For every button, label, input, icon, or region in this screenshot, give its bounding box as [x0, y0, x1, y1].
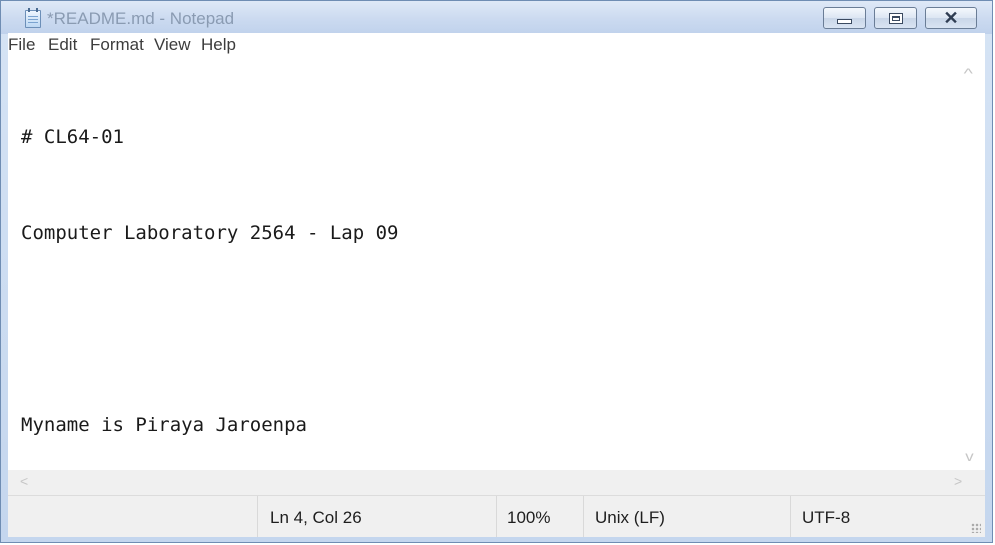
vertical-scrollbar[interactable]: ^ v — [956, 57, 985, 470]
line-ending: Unix (LF) — [595, 508, 665, 527]
scroll-left-icon[interactable]: < — [20, 473, 28, 489]
close-button[interactable]: ✕ — [925, 7, 977, 29]
close-icon: ✕ — [943, 8, 959, 28]
menu-edit[interactable]: Edit — [48, 35, 77, 55]
status-divider — [790, 496, 791, 537]
scroll-down-icon[interactable]: v — [965, 448, 973, 464]
notepad-icon[interactable] — [25, 8, 41, 28]
window-title: *README.md - Notepad — [47, 9, 235, 28]
scroll-up-icon[interactable]: ^ — [964, 65, 973, 81]
editor-line: # CL64-01 — [21, 126, 124, 148]
horizontal-scrollbar[interactable]: < > — [8, 470, 985, 495]
status-divider — [257, 496, 258, 537]
cursor-position: Ln 4, Col 26 — [270, 508, 362, 527]
status-divider — [583, 496, 584, 537]
menu-view[interactable]: View — [154, 35, 191, 55]
title-bar[interactable]: *README.md - Notepad ✕ — [1, 1, 992, 34]
editor-line: Myname is Piraya Jaroenpa — [21, 414, 307, 436]
maximize-button[interactable] — [874, 7, 917, 29]
editor-text[interactable]: # CL64-01 Computer Laboratory 2564 - Lap… — [21, 57, 955, 470]
menu-format[interactable]: Format — [90, 35, 144, 55]
encoding: UTF-8 — [802, 508, 851, 527]
resize-grip-icon[interactable] — [971, 523, 981, 533]
zoom-level: 100% — [507, 508, 551, 527]
menu-file[interactable]: File — [8, 35, 35, 55]
minimize-icon — [837, 19, 852, 24]
status-bar: Ln 4, Col 26 100% Unix (LF) UTF-8 — [8, 495, 985, 537]
text-editor[interactable]: # CL64-01 Computer Laboratory 2564 - Lap… — [8, 57, 985, 470]
status-divider — [496, 496, 497, 537]
menu-help[interactable]: Help — [201, 35, 236, 55]
editor-line: Computer Laboratory 2564 - Lap 09 — [21, 222, 399, 244]
menu-bar: File Edit Format View Help — [8, 33, 985, 57]
maximize-icon — [889, 13, 903, 24]
minimize-button[interactable] — [823, 7, 866, 29]
scroll-right-icon[interactable]: > — [954, 473, 962, 489]
